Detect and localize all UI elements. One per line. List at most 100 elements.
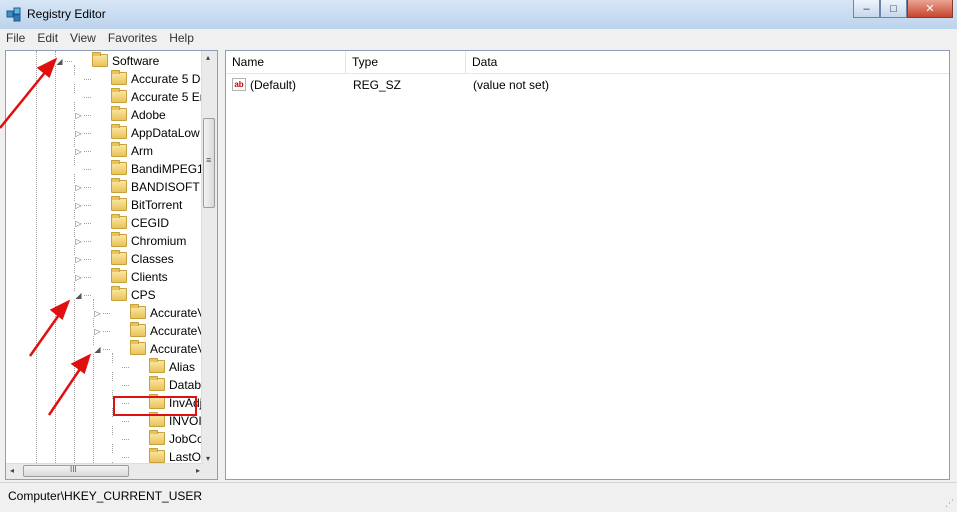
tree-item-label: CPS bbox=[131, 288, 156, 302]
tree-item[interactable]: JobCost bbox=[6, 430, 204, 448]
status-path: Computer\HKEY_CURRENT_USER bbox=[8, 489, 203, 503]
expand-icon[interactable]: ▷ bbox=[74, 147, 83, 156]
tree-horizontal-scrollbar[interactable]: ◂ III ▸ bbox=[6, 463, 204, 479]
tree-vertical-scrollbar[interactable]: ▴ ≡ ▾ bbox=[201, 51, 217, 465]
tree-horizontal-scroll-thumb[interactable]: III bbox=[23, 465, 129, 477]
tree-item-label: JobCost bbox=[169, 432, 204, 446]
collapse-icon[interactable]: ◢ bbox=[55, 57, 64, 66]
tree-item[interactable]: ▷ Chromium bbox=[6, 232, 204, 250]
maximize-button[interactable]: □ bbox=[880, 0, 907, 18]
tree-leaf-spacer bbox=[74, 93, 83, 102]
tree-item-label: Database bbox=[169, 378, 204, 392]
tree-item-label: Clients bbox=[131, 270, 168, 284]
folder-icon bbox=[111, 196, 127, 211]
maximize-icon: □ bbox=[890, 2, 897, 15]
tree-item[interactable]: ◢ Software bbox=[6, 52, 204, 70]
tree-item[interactable]: Accurate 5 Enterprise bbox=[6, 88, 204, 106]
status-bar: Computer\HKEY_CURRENT_USER ⋰ bbox=[0, 482, 957, 512]
folder-icon bbox=[149, 430, 165, 445]
tree-vertical-scroll-thumb[interactable]: ≡ bbox=[203, 118, 215, 208]
expand-icon[interactable]: ▷ bbox=[74, 201, 83, 210]
collapse-icon[interactable]: ◢ bbox=[93, 345, 102, 354]
tree-item[interactable]: ▷ CEGID bbox=[6, 214, 204, 232]
tree-item[interactable]: ◢ AccurateVer5 bbox=[6, 340, 204, 358]
tree-item-label: Software bbox=[112, 54, 160, 68]
expand-icon[interactable]: ▷ bbox=[74, 129, 83, 138]
folder-icon bbox=[149, 358, 165, 373]
collapse-icon[interactable]: ◢ bbox=[74, 291, 83, 300]
tree-item-label: Arm bbox=[131, 144, 153, 158]
folder-icon bbox=[92, 52, 108, 67]
tree-item[interactable]: ▷ Arm bbox=[6, 142, 204, 160]
tree-item[interactable]: ▷ Adobe bbox=[6, 106, 204, 124]
expand-icon[interactable]: ▷ bbox=[74, 219, 83, 228]
folder-icon bbox=[111, 232, 127, 247]
menu-file[interactable]: File bbox=[0, 29, 31, 45]
tree-item[interactable]: BandiMPEG1 bbox=[6, 160, 204, 178]
registry-values-list[interactable]: Name Type Data ab (Default) REG_SZ (valu… bbox=[225, 50, 950, 480]
list-header: Name Type Data bbox=[226, 51, 949, 74]
tree-item-label: AccurateVer4 bbox=[150, 324, 204, 338]
column-header-name[interactable]: Name bbox=[226, 51, 346, 73]
menu-favorites[interactable]: Favorites bbox=[102, 29, 163, 45]
tree-item[interactable]: Database bbox=[6, 376, 204, 394]
close-button[interactable]: ✕ bbox=[907, 0, 953, 18]
tree-item-label: Adobe bbox=[131, 108, 166, 122]
close-icon: ✕ bbox=[925, 3, 935, 15]
folder-icon bbox=[111, 124, 127, 139]
tree-item-label: AppDataLow bbox=[131, 126, 200, 140]
folder-icon bbox=[111, 178, 127, 193]
scroll-up-icon[interactable]: ▴ bbox=[206, 53, 210, 62]
expand-icon[interactable]: ▷ bbox=[74, 255, 83, 264]
title-bar: Registry Editor – □ ✕ bbox=[0, 0, 957, 29]
expand-icon[interactable]: ▷ bbox=[93, 327, 102, 336]
tree-item[interactable]: ▷ Clients bbox=[6, 268, 204, 286]
tree-leaf-spacer bbox=[112, 435, 121, 444]
tree-leaf-spacer bbox=[74, 75, 83, 84]
value-type: REG_SZ bbox=[353, 78, 402, 92]
folder-icon bbox=[111, 88, 127, 103]
minimize-button[interactable]: – bbox=[853, 0, 880, 18]
scroll-left-icon[interactable]: ◂ bbox=[10, 466, 14, 475]
menu-view[interactable]: View bbox=[64, 29, 102, 45]
scroll-right-icon[interactable]: ▸ bbox=[196, 466, 200, 475]
tree-item[interactable]: ▷ Classes bbox=[6, 250, 204, 268]
tree-item[interactable]: ◢ CPS bbox=[6, 286, 204, 304]
menu-bar: File Edit View Favorites Help bbox=[0, 29, 957, 50]
menu-help[interactable]: Help bbox=[163, 29, 200, 45]
tree-item[interactable]: ▷ AccurateVer4 bbox=[6, 322, 204, 340]
tree-item[interactable]: Alias bbox=[6, 358, 204, 376]
folder-icon bbox=[149, 376, 165, 391]
tree-item[interactable]: Accurate 5 Deluxe bbox=[6, 70, 204, 88]
tree-item[interactable]: ▷ AppDataLow bbox=[6, 124, 204, 142]
tree-leaf-spacer bbox=[74, 165, 83, 174]
tree-item-label: Chromium bbox=[131, 234, 187, 248]
expand-icon[interactable]: ▷ bbox=[74, 237, 83, 246]
expand-icon[interactable]: ▷ bbox=[74, 111, 83, 120]
resize-grip-icon[interactable]: ⋰ bbox=[945, 498, 954, 509]
expand-icon[interactable]: ▷ bbox=[93, 309, 102, 318]
folder-icon bbox=[111, 160, 127, 175]
column-header-type[interactable]: Type bbox=[346, 51, 466, 73]
list-item[interactable]: ab (Default) REG_SZ (value not set) bbox=[226, 75, 949, 95]
folder-icon bbox=[130, 340, 146, 355]
window-title: Registry Editor bbox=[27, 7, 106, 21]
window-controls: – □ ✕ bbox=[853, 0, 953, 18]
tree-item[interactable]: ▷ AccurateVer3 bbox=[6, 304, 204, 322]
tree-leaf-spacer bbox=[112, 381, 121, 390]
folder-icon bbox=[111, 286, 127, 301]
grip-icon: ≡ bbox=[206, 155, 212, 165]
scroll-down-icon[interactable]: ▾ bbox=[206, 454, 210, 463]
expand-icon[interactable]: ▷ bbox=[74, 183, 83, 192]
string-value-icon: ab bbox=[232, 78, 246, 91]
tree-item[interactable]: ▷ BitTorrent bbox=[6, 196, 204, 214]
menu-edit[interactable]: Edit bbox=[31, 29, 64, 45]
tree-item-label: Alias bbox=[169, 360, 196, 374]
column-header-data[interactable]: Data bbox=[466, 51, 949, 73]
grip-icon: III bbox=[70, 465, 77, 474]
tree-item[interactable]: ▷ BANDISOFT bbox=[6, 178, 204, 196]
folder-icon bbox=[111, 214, 127, 229]
tree-item-label: CEGID bbox=[131, 216, 170, 230]
folder-icon bbox=[130, 304, 146, 319]
expand-icon[interactable]: ▷ bbox=[74, 273, 83, 282]
